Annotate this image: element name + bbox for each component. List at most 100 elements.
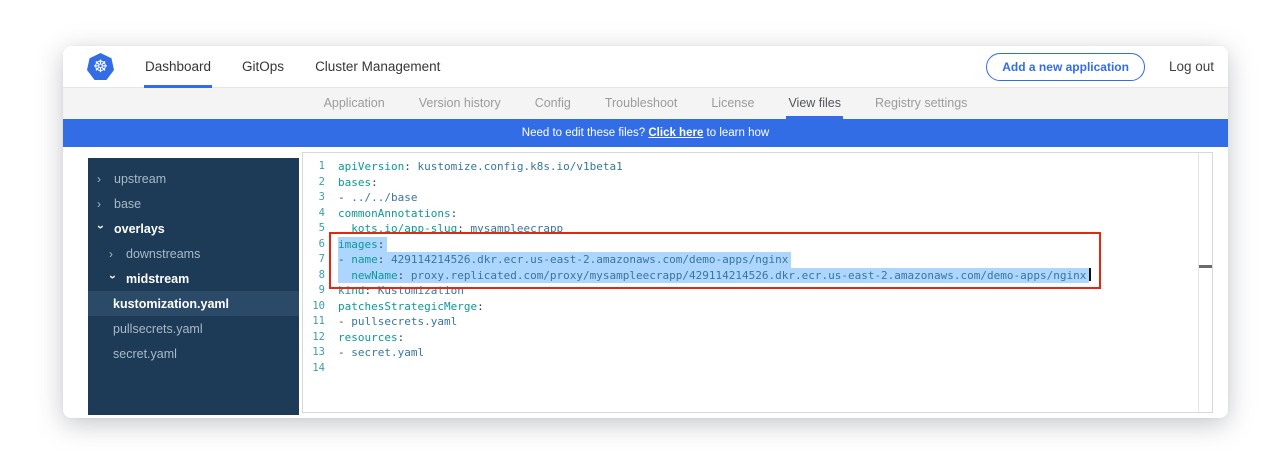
tree-file-kustomization-yaml[interactable]: kustomization.yaml [88, 291, 299, 316]
code-editor[interactable]: 1 apiVersion: kustomize.config.k8s.io/v1b… [302, 152, 1213, 413]
tab-config[interactable]: Config [533, 88, 573, 119]
code-line-12[interactable]: 12 resources: [303, 330, 1212, 346]
code-line-13[interactable]: 13- secret.yaml [303, 345, 1212, 361]
tree-dir-midstream[interactable]: › midstream [88, 266, 299, 291]
view-files-content: › upstream ›base › overlays › downstreams › mids… [63, 147, 1228, 418]
code-token: pullsecrets.yaml [351, 315, 457, 328]
line-number: 3 [303, 190, 325, 206]
cursor-position-marker [1199, 265, 1212, 268]
chevron-down-icon: › [107, 275, 119, 285]
code-text: - secret.yaml [338, 345, 424, 361]
code-token: : [404, 160, 417, 173]
chevron-down-icon: › [95, 225, 107, 235]
tree-dir-overlays[interactable]: › overlays [88, 216, 299, 241]
code-line-3[interactable]: 3 - ../../base [303, 190, 1212, 206]
line-number: 13 [303, 345, 325, 361]
code-line-2[interactable]: 2 bases: [303, 175, 1212, 191]
nav-right: Add a new application Log out [986, 53, 1214, 81]
code-token: proxy.replicated.com/proxy/mysampleecrap… [411, 269, 1087, 282]
code-text: resources: [338, 330, 404, 346]
tree-dir-upstream[interactable]: › upstream [88, 166, 299, 191]
code-line-8[interactable]: 8 newName: proxy.replicated.com/proxy/my… [303, 268, 1212, 284]
code-line-6[interactable]: 6images: [303, 237, 1212, 253]
code-line-14[interactable]: 14 [303, 361, 1212, 377]
code-token: name [351, 253, 378, 266]
code-text: - ../../base [338, 190, 417, 206]
tree-dir-downstreams[interactable]: › downstreams [88, 241, 299, 266]
code-token: patchesStrategicMerge [338, 300, 477, 313]
tree-item-label: secret.yaml [113, 347, 177, 361]
code-text: commonAnnotations: [338, 206, 457, 222]
code-line-7[interactable]: 7- name: 429114214526.dkr.ecr.us-east-2.… [303, 252, 1212, 268]
selected-code-text: newName: proxy.replicated.com/proxy/mysa… [338, 268, 1089, 284]
code-token [338, 269, 351, 282]
code-token: - [338, 346, 351, 359]
tab-license[interactable]: License [709, 88, 756, 119]
top-nav: ☸ DashboardGitOpsCluster Management Add … [63, 46, 1228, 88]
line-number: 14 [303, 361, 325, 377]
click-here-link[interactable]: Click here [648, 127, 703, 139]
nav-item-cluster-management[interactable]: Cluster Management [314, 46, 441, 88]
code-token: images [338, 238, 378, 251]
code-token: Kustomization [378, 284, 464, 297]
code-token: secret.yaml [351, 346, 424, 359]
tree-file-pullsecrets-yaml[interactable]: pullsecrets.yaml [88, 316, 299, 341]
text-cursor [1089, 268, 1091, 281]
code-text: bases: [338, 175, 378, 191]
code-line-5[interactable]: 5 kots.io/app-slug: mysampleecrapp [303, 221, 1212, 237]
banner-text-prefix: Need to edit these files? [522, 127, 649, 139]
code-token: : [457, 222, 470, 235]
code-text: patchesStrategicMerge: [338, 299, 484, 315]
code-token: mysampleecrapp [470, 222, 563, 235]
nav-item-gitops[interactable]: GitOps [241, 46, 285, 88]
code-lines: 1 apiVersion: kustomize.config.k8s.io/v1b… [303, 159, 1212, 376]
line-number: 7 [303, 252, 325, 268]
tree-item-label: midstream [126, 272, 189, 286]
code-line-9[interactable]: 9kind: Kustomization [303, 283, 1212, 299]
code-token: : [477, 300, 484, 313]
line-number: 6 [303, 237, 325, 253]
nav-item-dashboard[interactable]: Dashboard [144, 46, 212, 88]
logout-link[interactable]: Log out [1169, 59, 1214, 74]
file-tree: › upstream ›base › overlays › downstreams › mids… [88, 158, 299, 415]
tree-item-label: upstream [114, 172, 166, 186]
edit-files-banner: Need to edit these files? Click here to … [63, 119, 1228, 147]
chevron-right-icon: › [97, 173, 107, 185]
code-token: bases [338, 176, 371, 189]
code-text: apiVersion: kustomize.config.k8s.io/v1be… [338, 159, 623, 175]
code-token: : [398, 269, 411, 282]
code-line-1[interactable]: 1 apiVersion: kustomize.config.k8s.io/v1b… [303, 159, 1212, 175]
code-line-4[interactable]: 4commonAnnotations: [303, 206, 1212, 222]
code-token: resources [338, 331, 398, 344]
tree-item-label: downstreams [126, 247, 200, 261]
line-number: 12 [303, 330, 325, 346]
code-token [338, 222, 351, 235]
tree-dir-base[interactable]: ›base [88, 191, 299, 216]
code-token: 429114214526.dkr.ecr.us-east-2.amazonaws… [391, 253, 788, 266]
line-number: 1 [303, 159, 325, 175]
code-text: kots.io/app-slug: mysampleecrapp [338, 221, 563, 237]
line-number: 2 [303, 175, 325, 191]
code-token: : [371, 176, 378, 189]
code-token: apiVersion [338, 160, 404, 173]
code-token: : [398, 331, 405, 344]
code-line-10[interactable]: 10 patchesStrategicMerge: [303, 299, 1212, 315]
code-token: kustomize.config.k8s.io/v1beta1 [417, 160, 622, 173]
code-token: - [338, 315, 351, 328]
add-application-button[interactable]: Add a new application [986, 53, 1145, 81]
app-window: ☸ DashboardGitOpsCluster Management Add … [63, 46, 1228, 418]
tab-view-files[interactable]: View files [786, 88, 843, 119]
line-number: 5 [303, 221, 325, 237]
tab-troubleshoot[interactable]: Troubleshoot [603, 88, 680, 119]
line-number: 10 [303, 299, 325, 315]
tree-file-secret-yaml[interactable]: secret.yaml [88, 341, 299, 366]
tree-item-label: overlays [114, 222, 165, 236]
code-token: kind [338, 284, 365, 297]
editor-overview-ruler[interactable] [1198, 153, 1212, 412]
tab-application[interactable]: Application [322, 88, 387, 119]
chevron-right-icon: › [109, 248, 119, 260]
tab-version-history[interactable]: Version history [417, 88, 503, 119]
tab-registry-settings[interactable]: Registry settings [873, 88, 969, 119]
code-line-11[interactable]: 11- pullsecrets.yaml [303, 314, 1212, 330]
tree-item-label: pullsecrets.yaml [113, 322, 203, 336]
